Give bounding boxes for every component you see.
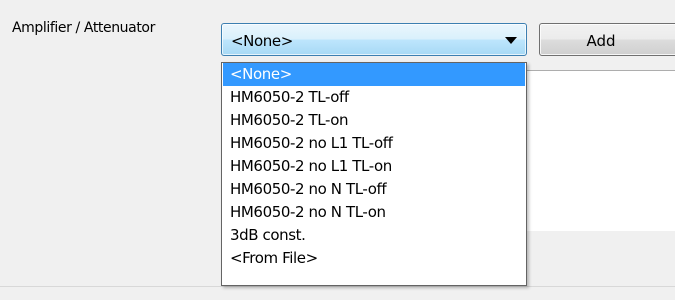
dropdown-option-hm6050-2-no-n-tl-off[interactable]: HM6050-2 no N TL-off (223, 178, 525, 201)
dropdown-option-from-file[interactable]: <From File> (223, 247, 525, 270)
dropdown-option-3db-const[interactable]: 3dB const. (223, 224, 525, 247)
dropdown-option-hm6050-2-tl-on[interactable]: HM6050-2 TL-on (223, 109, 525, 132)
amplifier-attenuator-combobox[interactable]: <None> (221, 23, 527, 56)
add-button[interactable]: Add (539, 23, 675, 56)
separator-line (0, 286, 675, 287)
dropdown-option-none[interactable]: <None> (223, 63, 525, 86)
dropdown-option-hm6050-2-no-l1-tl-off[interactable]: HM6050-2 no L1 TL-off (223, 132, 525, 155)
combobox-selected-value: <None> (231, 32, 293, 50)
amplifier-attenuator-label: Amplifier / Attenuator (12, 20, 155, 36)
dropdown-option-hm6050-2-no-l1-tl-on[interactable]: HM6050-2 no L1 TL-on (223, 155, 525, 178)
amplifier-dropdown-list[interactable]: <None> HM6050-2 TL-off HM6050-2 TL-on HM… (221, 62, 527, 286)
amplifier-panel: Amplifier / Attenuator <None> Add <None>… (0, 0, 675, 300)
dropdown-option-hm6050-2-tl-off[interactable]: HM6050-2 TL-off (223, 86, 525, 109)
add-button-label: Add (586, 32, 616, 50)
chevron-down-icon[interactable] (505, 37, 517, 44)
dropdown-option-hm6050-2-no-n-tl-on[interactable]: HM6050-2 no N TL-on (223, 201, 525, 224)
